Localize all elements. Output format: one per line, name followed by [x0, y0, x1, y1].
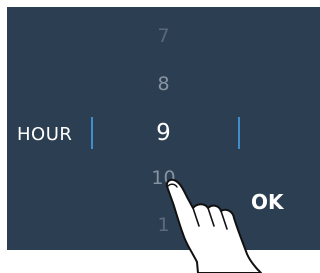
wheel-item-next[interactable]: 1	[7, 214, 320, 236]
selection-line-right	[238, 117, 240, 149]
ok-button[interactable]: OK	[251, 190, 284, 214]
hour-picker-screen: 7 8 HOUR 9 10 1 OK	[7, 7, 320, 250]
wheel-item-8[interactable]: 8	[7, 73, 320, 95]
wheel-item-selected[interactable]: 9	[7, 120, 320, 146]
wheel-item-10[interactable]: 10	[7, 167, 320, 189]
wheel-item-7[interactable]: 7	[7, 25, 320, 47]
